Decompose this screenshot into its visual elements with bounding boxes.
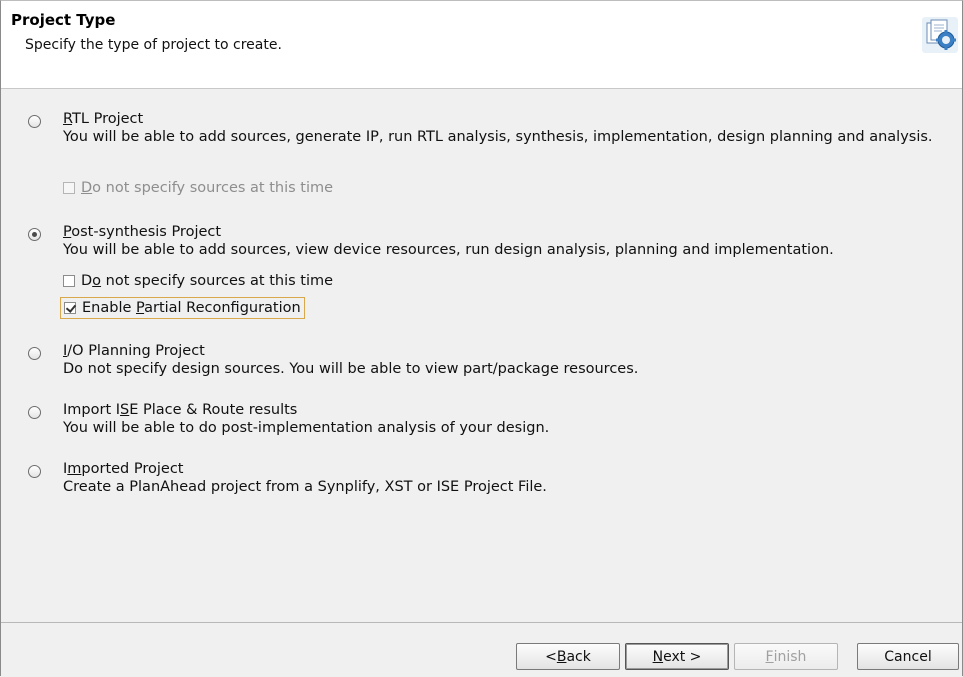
footer-separator — [1, 622, 962, 623]
import-ise-radio[interactable] — [28, 406, 41, 419]
imported-project-radio[interactable] — [28, 465, 41, 478]
io-planning-description: Do not specify design sources. You will … — [63, 361, 639, 377]
import-ise-description: You will be able to do post-implementati… — [63, 420, 550, 436]
io-planning-radio[interactable] — [28, 347, 41, 360]
rtl-project-title: RTL Project — [63, 111, 144, 127]
partial-reconfig-label: Enable Partial Reconfiguration — [82, 300, 301, 316]
imported-project-description: Create a PlanAhead project from a Synpli… — [63, 479, 547, 495]
partial-reconfig-checkbox-row[interactable]: Enable Partial Reconfiguration — [60, 297, 305, 319]
page-title: Project Type — [11, 11, 116, 29]
post-no-sources-checkbox-row[interactable]: Do not specify sources at this time — [60, 271, 336, 291]
post-synthesis-description: You will be able to add sources, view de… — [63, 242, 834, 258]
post-synthesis-radio[interactable] — [28, 228, 41, 241]
post-synthesis-title: Post-synthesis Project — [63, 224, 222, 240]
rtl-project-radio[interactable] — [28, 115, 41, 128]
rtl-no-sources-checkbox-row[interactable]: Do not specify sources at this time — [60, 178, 336, 198]
import-ise-title: Import ISE Place & Route results — [63, 402, 298, 418]
back-button[interactable]: < Back — [516, 643, 620, 670]
rtl-no-sources-label: Do not specify sources at this time — [81, 180, 334, 196]
post-no-sources-checkbox[interactable] — [63, 275, 75, 287]
page-subtitle: Specify the type of project to create. — [25, 37, 282, 53]
imported-project-title: Imported Project — [63, 461, 184, 477]
wizard-frame — [0, 0, 963, 676]
partial-reconfig-checkbox[interactable] — [64, 302, 76, 314]
project-wizard-icon — [922, 17, 958, 53]
post-no-sources-label: Do not specify sources at this time — [81, 273, 334, 289]
io-planning-title: I/O Planning Project — [63, 343, 205, 359]
next-button[interactable]: Next > — [625, 643, 729, 670]
rtl-project-description: You will be able to add sources, generat… — [63, 129, 933, 145]
rtl-no-sources-checkbox[interactable] — [63, 182, 75, 194]
finish-button[interactable]: Finish — [734, 643, 838, 670]
wizard-header: Project Type Specify the type of project… — [1, 1, 962, 89]
cancel-button[interactable]: Cancel — [857, 643, 959, 670]
